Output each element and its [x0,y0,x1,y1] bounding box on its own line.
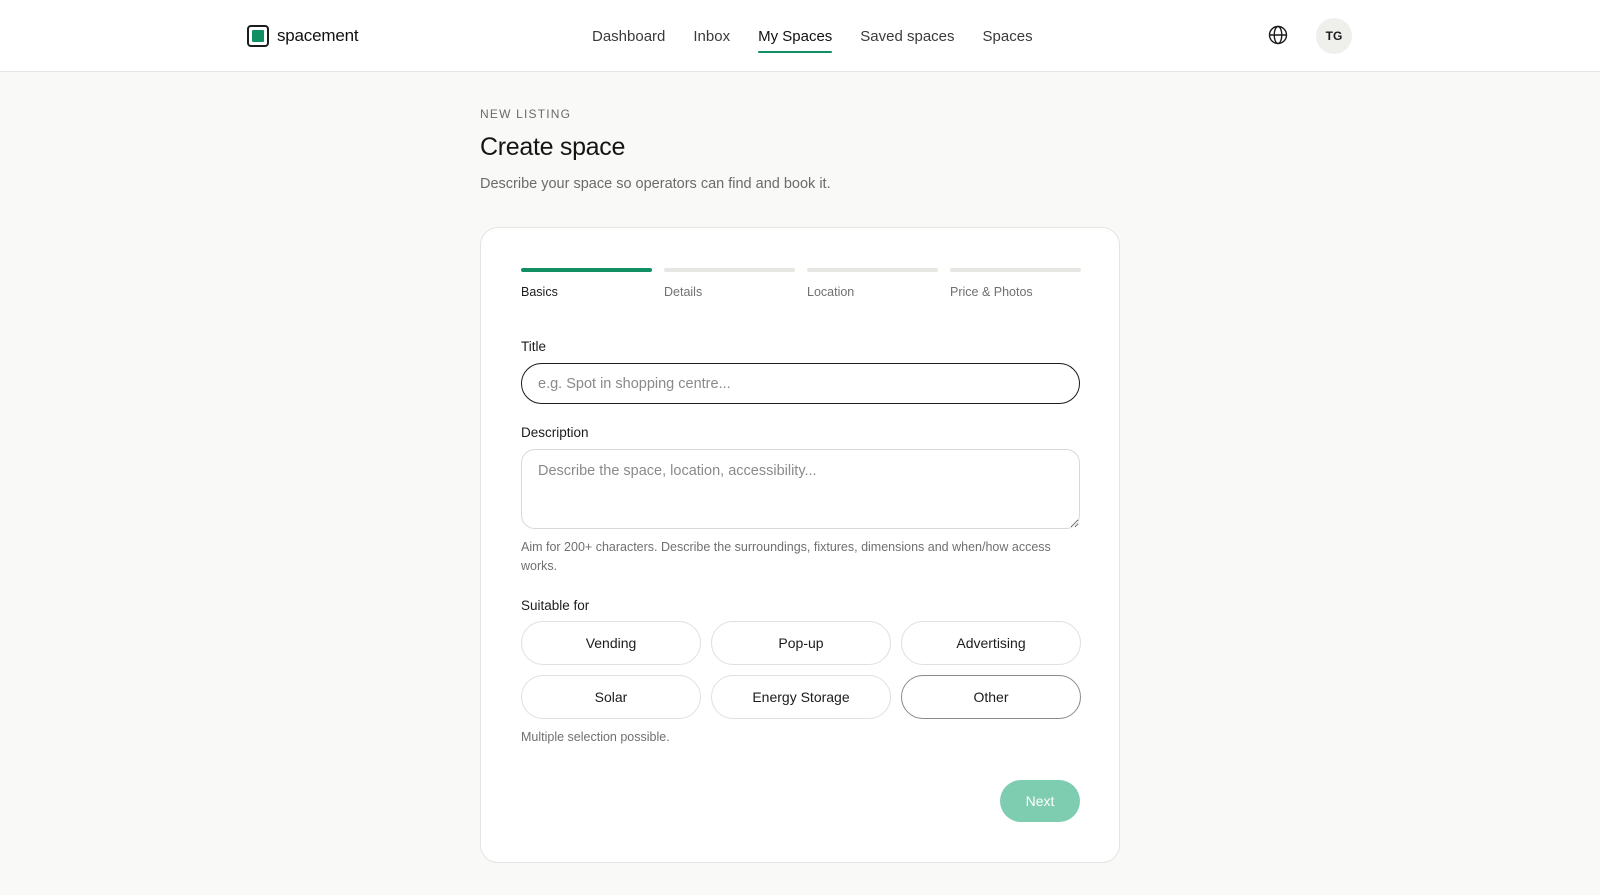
description-hint: Aim for 200+ characters. Describe the su… [521,540,1051,573]
step-label: Price & Photos [950,285,1033,299]
description-textarea[interactable] [521,449,1080,529]
step-location[interactable]: Location [807,268,938,299]
option-vending[interactable]: Vending [521,621,701,665]
logo-icon [247,25,269,47]
step-basics[interactable]: Basics [521,268,652,299]
step-label: Basics [521,285,558,299]
suitable-for-options: Vending Pop-up Advertising Solar Energy … [521,621,1081,719]
nav-item-spaces[interactable]: Spaces [983,0,1033,72]
nav-item-my-spaces[interactable]: My Spaces [758,0,833,72]
step-progress-bar [950,268,1081,272]
globe-icon[interactable] [1267,24,1289,46]
option-energy-storage[interactable]: Energy Storage [711,675,891,719]
step-progress-bar [807,268,938,272]
step-price-photos[interactable]: Price & Photos [950,268,1081,299]
nav-item-dashboard[interactable]: Dashboard [592,0,665,72]
step-label: Location [807,285,855,299]
step-label: Details [664,285,703,299]
option-solar[interactable]: Solar [521,675,701,719]
description-label: Description [521,425,589,440]
nav-item-saved-spaces[interactable]: Saved spaces [860,0,954,72]
create-space-card: Basics Details Location Price & Photos T… [480,227,1120,863]
multiple-selection-hint: Multiple selection possible. [521,730,670,744]
option-other[interactable]: Other [901,675,1081,719]
title-label: Title [521,339,547,354]
title-input[interactable] [521,363,1080,404]
user-avatar[interactable]: TG [1316,18,1352,54]
option-advertising[interactable]: Advertising [901,621,1081,665]
next-button[interactable]: Next [1000,780,1080,822]
page-eyebrow: NEW LISTING [480,107,572,121]
suitable-for-label: Suitable for [521,598,590,613]
brand-logo[interactable]: spacement [247,24,359,48]
step-progress-bar [521,268,652,272]
step-details[interactable]: Details [664,268,795,299]
page-title: Create space [480,133,626,161]
step-progress-bar [664,268,795,272]
page-subtitle: Describe your space so operators can fin… [480,176,831,192]
option-pop-up[interactable]: Pop-up [711,621,891,665]
top-navigation-bar: spacement Dashboard Inbox My Spaces Save… [0,0,1600,72]
brand-name: spacement [277,26,359,45]
stepper: Basics Details Location Price & Photos [521,268,1081,299]
nav-item-inbox[interactable]: Inbox [693,0,730,72]
main-nav: Dashboard Inbox My Spaces Saved spaces S… [592,0,1033,72]
